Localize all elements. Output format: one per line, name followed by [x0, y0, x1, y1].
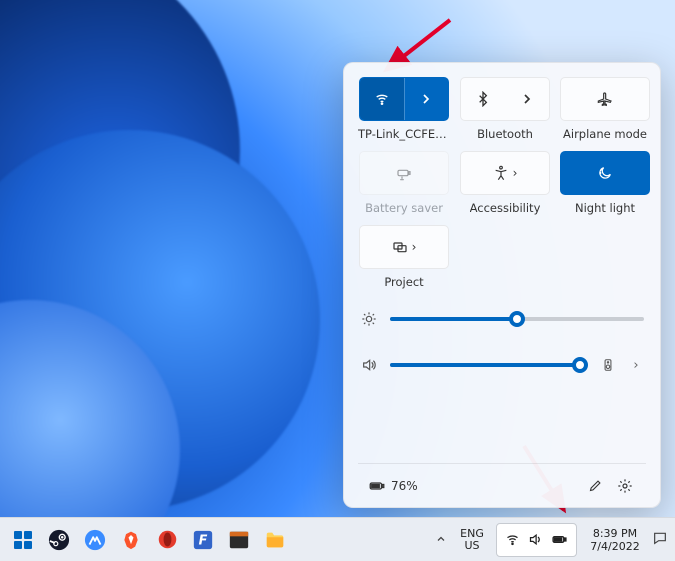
wifi-expand[interactable] — [404, 78, 449, 120]
airplane-icon — [597, 91, 613, 107]
taskbar-app-brave[interactable] — [114, 523, 148, 557]
chevron-right-icon: › — [412, 240, 417, 254]
audio-output-button[interactable] — [600, 358, 616, 372]
volume-thumb[interactable] — [572, 357, 588, 373]
taskbar-app-nordvpn[interactable] — [78, 523, 112, 557]
wifi-label: TP-Link_CCFE_5G — [358, 127, 450, 141]
taskbar-app-terminal[interactable] — [222, 523, 256, 557]
quick-settings-tiles: TP-Link_CCFE_5G Bluetooth Airplane mode — [358, 77, 646, 289]
night-light-icon — [597, 165, 613, 181]
volume-track[interactable] — [390, 363, 588, 367]
clock-time: 8:39 PM — [581, 527, 649, 540]
brightness-slider[interactable] — [360, 311, 644, 327]
brightness-thumb[interactable] — [509, 311, 525, 327]
taskbar-app-fdm[interactable]: F — [186, 523, 220, 557]
svg-text:F: F — [199, 533, 208, 548]
nord-icon — [84, 529, 106, 551]
panel-footer: 76% — [358, 463, 646, 507]
battery-status[interactable]: 76% — [364, 471, 422, 501]
battery-saver-icon — [396, 165, 412, 181]
project-icon — [392, 239, 408, 255]
volume-icon — [360, 357, 378, 373]
battery-saver-label: Battery saver — [365, 201, 443, 215]
wifi-toggle[interactable] — [360, 78, 404, 120]
accessibility-label: Accessibility — [470, 201, 541, 215]
night-light-label: Night light — [575, 201, 635, 215]
pencil-icon — [588, 478, 603, 493]
project-tile[interactable]: › — [359, 225, 449, 269]
lang-primary: ENG — [452, 528, 492, 540]
taskbar-app-steam[interactable] — [42, 523, 76, 557]
clock[interactable]: 8:39 PM 7/4/2022 — [581, 527, 649, 553]
brightness-icon — [360, 311, 378, 327]
tray-overflow-button[interactable] — [430, 530, 452, 549]
settings-button[interactable] — [610, 471, 640, 501]
battery-saver-tile — [359, 151, 449, 195]
chevron-right-icon: › — [513, 166, 518, 180]
windows-logo-icon — [14, 531, 32, 549]
opera-icon — [157, 529, 178, 550]
brave-icon — [121, 530, 141, 550]
bluetooth-tile[interactable] — [460, 77, 550, 121]
wifi-icon — [505, 532, 520, 547]
night-light-tile[interactable] — [560, 151, 650, 195]
accessibility-icon — [493, 165, 509, 181]
taskbar: F ENG US 8:39 PM 7/4/2022 — [0, 517, 675, 561]
taskbar-pinned-apps: F — [0, 523, 292, 557]
lang-secondary: US — [452, 540, 492, 552]
battery-percent: 76% — [391, 479, 418, 493]
taskbar-app-opera[interactable] — [150, 523, 184, 557]
airplane-label: Airplane mode — [563, 127, 647, 141]
bluetooth-icon — [475, 91, 491, 107]
sliders-section: › — [358, 311, 646, 387]
chevron-up-icon — [435, 533, 447, 545]
notifications-button[interactable] — [649, 530, 675, 550]
taskbar-app-explorer[interactable] — [258, 523, 292, 557]
start-button[interactable] — [6, 523, 40, 557]
brightness-track[interactable] — [390, 317, 644, 321]
system-tray[interactable] — [496, 523, 577, 557]
notification-icon — [652, 530, 668, 546]
battery-icon — [368, 477, 386, 495]
wifi-icon — [374, 91, 390, 107]
volume-slider[interactable]: › — [360, 357, 644, 373]
wifi-tile[interactable] — [359, 77, 449, 121]
steam-icon — [48, 529, 70, 551]
battery-icon — [551, 531, 568, 548]
quick-settings-panel: TP-Link_CCFE_5G Bluetooth Airplane mode — [343, 62, 661, 508]
accessibility-tile[interactable]: › — [460, 151, 550, 195]
clock-date: 7/4/2022 — [581, 540, 649, 553]
fdm-icon: F — [192, 529, 214, 551]
chevron-right-icon — [519, 91, 535, 107]
language-indicator[interactable]: ENG US — [452, 528, 492, 552]
terminal-icon — [228, 529, 250, 551]
bluetooth-toggle[interactable] — [461, 78, 505, 120]
folder-icon — [264, 529, 286, 551]
project-label: Project — [384, 275, 423, 289]
chevron-right-icon[interactable]: › — [628, 358, 644, 373]
bluetooth-label: Bluetooth — [477, 127, 533, 141]
gear-icon — [617, 478, 633, 494]
volume-icon — [528, 532, 543, 547]
edit-quick-settings-button[interactable] — [580, 471, 610, 501]
bluetooth-expand[interactable] — [505, 78, 549, 120]
chevron-right-icon — [418, 91, 434, 107]
airplane-tile[interactable] — [560, 77, 650, 121]
